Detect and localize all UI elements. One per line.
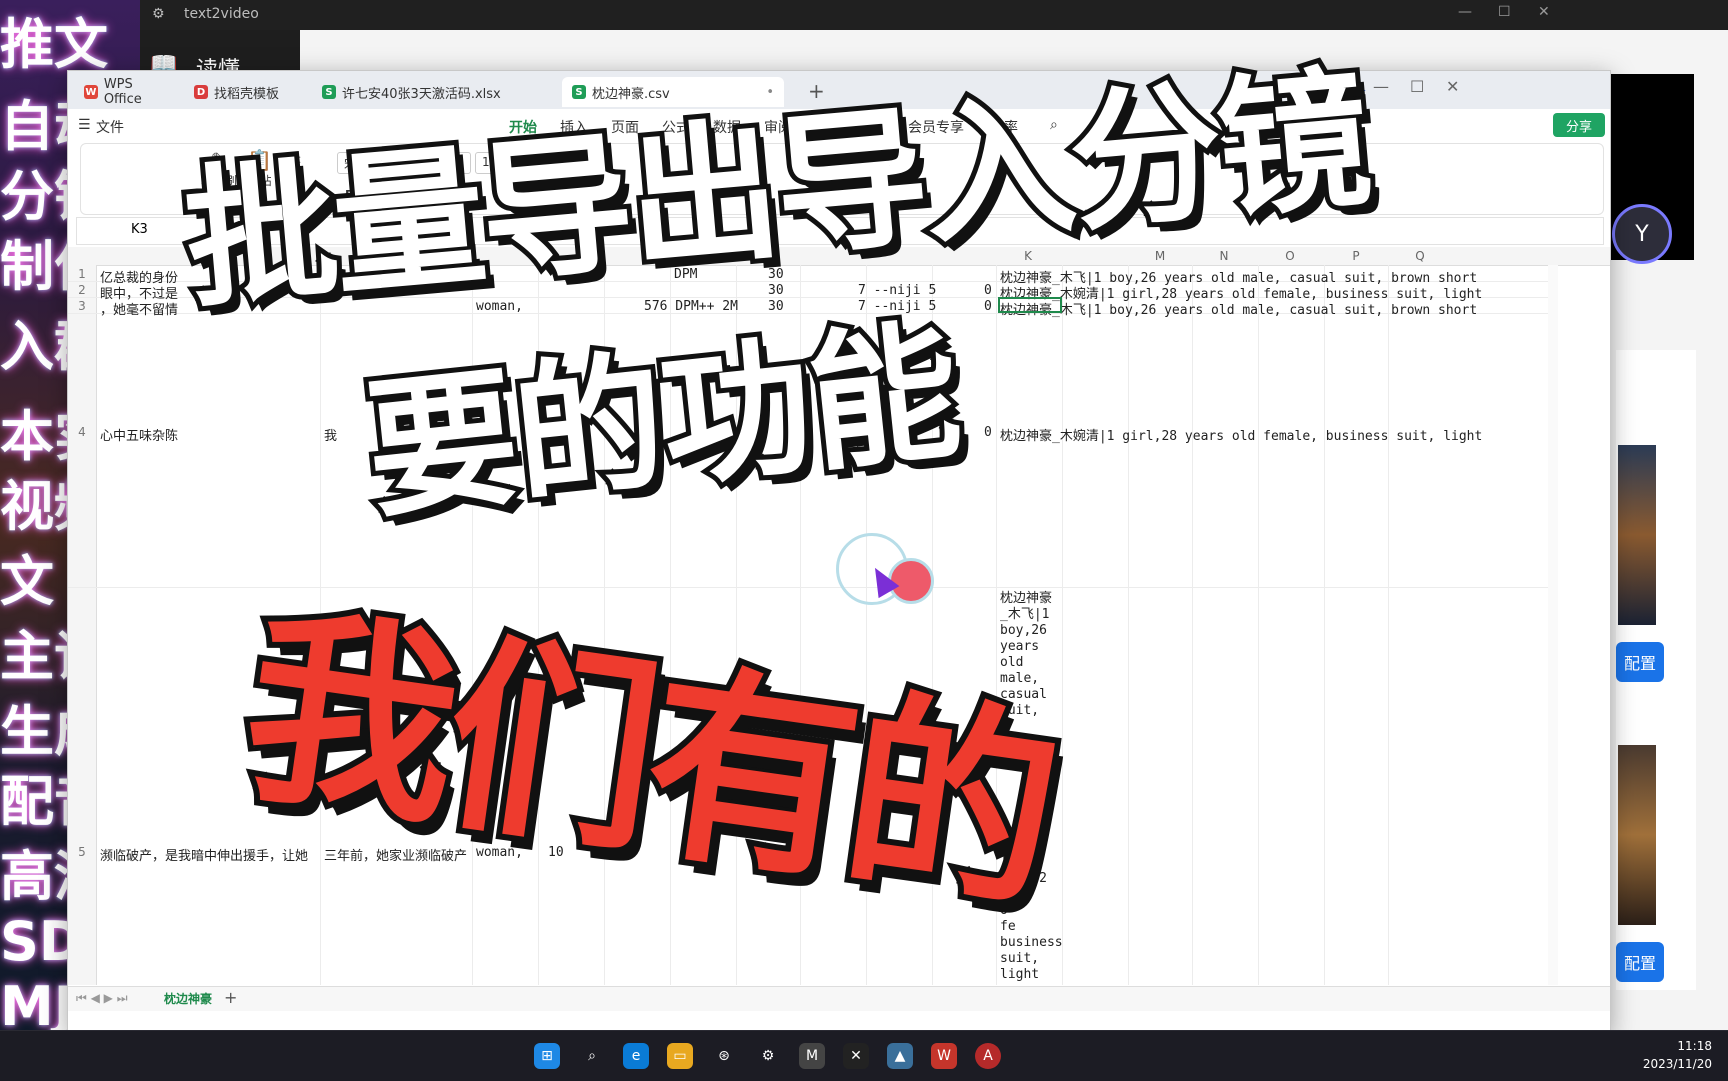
close-tab-icon[interactable]: • [766, 85, 774, 100]
capcut-icon[interactable]: ✕ [843, 1043, 869, 1069]
background-titlebar: ⚙ text2video — ☐ ✕ [140, 0, 1728, 30]
avatar[interactable]: Y [1612, 204, 1672, 264]
clock-date[interactable]: 2023/11/20 [1620, 1057, 1712, 1071]
column-header[interactable]: P [1326, 249, 1386, 263]
panel-text: 文 [0, 550, 54, 613]
cell-line: years [1000, 639, 1040, 654]
taskbar: ⊞ ⌕ e ▭ ⊛ ⚙ M ✕ ▲ W A 11:18 2023/11/20 [0, 1030, 1728, 1081]
app-icon[interactable]: M [799, 1043, 825, 1069]
table-cell[interactable]: 0 [984, 299, 996, 314]
column-header[interactable]: M [1130, 249, 1190, 263]
sheet-nav-icons[interactable]: ⏮ ◀ ▶ ⏭ [76, 991, 128, 1006]
maximize-icon[interactable]: ☐ [1410, 77, 1424, 96]
panel-text: 推文 [0, 13, 108, 76]
tab-label: 许七安40张3天激活码.xlsx [342, 86, 501, 102]
minimize-icon[interactable]: — [1373, 77, 1389, 96]
background-app-title: text2video [184, 6, 259, 22]
app-gear-icon: ⚙ [152, 6, 165, 22]
row-number[interactable]: 5 [68, 845, 96, 859]
edge-icon[interactable]: e [623, 1043, 649, 1069]
wps-icon[interactable]: W [931, 1043, 957, 1069]
table-cell[interactable]: 30 [768, 299, 798, 314]
table-cell[interactable]: 30 [768, 283, 798, 298]
gear-icon[interactable]: ⚙ [755, 1043, 781, 1069]
row-number[interactable]: 4 [68, 425, 96, 439]
row-number-column [68, 265, 97, 985]
selection-box [998, 297, 1062, 313]
minimize-icon[interactable]: — [1458, 4, 1472, 20]
row-number[interactable]: 2 [68, 283, 96, 297]
sheet-icon: S [572, 85, 586, 99]
cell-line: _木飞|1 [1000, 607, 1050, 622]
cell-reference[interactable]: K3 [131, 222, 148, 237]
table-cell[interactable]: 7 --niji 5 [858, 283, 958, 298]
docer-icon: D [194, 85, 208, 99]
add-sheet-icon[interactable]: + [224, 988, 237, 1007]
storyboard-image [1618, 445, 1656, 625]
cell-line: light [1000, 967, 1040, 982]
app-icon[interactable]: A [975, 1043, 1001, 1069]
tab-label: WPS Office [103, 77, 142, 107]
cell-line: suit, [1000, 951, 1040, 966]
cell-line: boy,26 [1000, 623, 1047, 638]
sheet-icon: S [322, 85, 336, 99]
clock-time[interactable]: 11:18 [1648, 1039, 1712, 1053]
tab-label: 枕边神豪.csv [592, 86, 670, 102]
table-cell[interactable]: 0 [984, 283, 996, 298]
cell-line: old [1000, 655, 1024, 670]
cell-line: 枕边神豪 [1000, 591, 1053, 606]
folder-icon[interactable]: ▭ [667, 1043, 693, 1069]
share-button[interactable]: 分享 [1553, 113, 1605, 137]
table-cell[interactable]: 0 [984, 425, 996, 440]
sheet-tab[interactable]: 枕边神豪 [164, 990, 212, 1007]
panel-text: MJ [0, 975, 74, 1031]
sheet-tab-bar: ⏮ ◀ ▶ ⏭ 枕边神豪 + [68, 986, 1610, 1011]
row-number[interactable]: 3 [68, 299, 96, 313]
column-header[interactable]: Q [1390, 249, 1450, 263]
table-cell[interactable]: 濒临破产，是我暗中伸出援手，让她 [100, 845, 320, 864]
hamburger-icon[interactable]: ☰ [78, 117, 91, 133]
column-header[interactable]: O [1260, 249, 1320, 263]
config-button[interactable]: 配置 [1616, 942, 1664, 982]
table-cell-selected[interactable]: 枕边神豪_木飞|1 boy,26 years old male, casual … [1000, 299, 1545, 318]
app-icon[interactable]: ⊛ [711, 1043, 737, 1069]
background-right-panel: 配置 配置 [1616, 350, 1696, 990]
cell-line: male, [1000, 671, 1040, 686]
close-icon[interactable]: ✕ [1538, 4, 1550, 20]
search-icon[interactable]: ⌕ [579, 1043, 605, 1069]
table-cell[interactable]: 心中五味杂陈 [100, 425, 318, 444]
close-icon[interactable]: ✕ [1446, 77, 1459, 96]
config-button[interactable]: 配置 [1616, 642, 1664, 682]
storyboard-image [1618, 745, 1656, 925]
tab-wps-office[interactable]: W WPS Office [74, 77, 184, 107]
tab-xlsx[interactable]: S 许七安40张3天激活码.xlsx [312, 77, 568, 107]
maximize-icon[interactable]: ☐ [1498, 4, 1511, 20]
photos-icon[interactable]: ▲ [887, 1043, 913, 1069]
column-header[interactable]: N [1194, 249, 1254, 263]
vertical-scrollbar[interactable] [1548, 265, 1558, 985]
menu-file[interactable]: 文件 [96, 117, 124, 137]
row-number[interactable]: 1 [68, 267, 96, 281]
wps-logo-icon: W [84, 85, 98, 99]
tab-label: 找稻壳模板 [214, 86, 280, 102]
windows-start-icon[interactable]: ⊞ [534, 1043, 560, 1069]
tab-template[interactable]: D 找稻壳模板 [184, 77, 304, 107]
table-cell[interactable]: 枕边神豪_木婉清|1 girl,28 years old female, bus… [1000, 425, 1545, 444]
